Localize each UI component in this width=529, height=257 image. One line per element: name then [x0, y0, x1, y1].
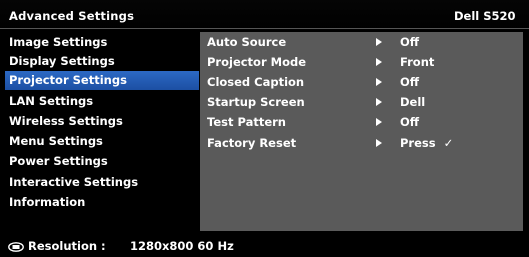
sidebar-item-display-settings[interactable]: Display Settings — [5, 52, 199, 71]
setting-row-projector-mode[interactable]: Projector Mode Front — [200, 53, 523, 72]
setting-row-startup-screen[interactable]: Startup Screen Dell — [200, 93, 523, 112]
arrow-right-icon — [376, 38, 382, 46]
resolution-value: 1280x800 60 Hz — [130, 239, 234, 253]
checkmark-icon: ✓ — [443, 136, 454, 150]
setting-value: Off — [400, 75, 420, 89]
sidebar-item-projector-settings[interactable]: Projector Settings — [5, 71, 199, 90]
setting-row-factory-reset[interactable]: Factory Reset Press ✓ — [200, 134, 523, 153]
sidebar-item-interactive-settings[interactable]: Interactive Settings — [5, 173, 199, 192]
sidebar-item-lan-settings[interactable]: LAN Settings — [5, 92, 199, 111]
projector-settings-panel: Auto Source Off Projector Mode Front Clo… — [200, 32, 523, 231]
model-name: Dell S520 — [454, 9, 516, 23]
setting-label: Startup Screen — [207, 95, 305, 109]
arrow-right-icon — [376, 58, 382, 66]
menu-title: Advanced Settings — [9, 9, 135, 23]
setting-value: Dell — [400, 95, 426, 109]
settings-sidebar: Image Settings Display Settings Projecto… — [5, 32, 199, 231]
arrow-right-icon — [376, 118, 382, 126]
sidebar-item-power-settings[interactable]: Power Settings — [5, 152, 199, 171]
setting-label: Projector Mode — [207, 55, 307, 69]
setting-value: Press ✓ — [400, 134, 453, 153]
title-bar: Advanced Settings Dell S520 — [0, 0, 529, 31]
setting-label: Closed Caption — [207, 75, 305, 89]
setting-value: Off — [400, 35, 420, 49]
arrow-right-icon — [376, 78, 382, 86]
setting-row-closed-caption[interactable]: Closed Caption Off — [200, 73, 523, 92]
setting-label: Test Pattern — [207, 115, 286, 129]
setting-label: Auto Source — [207, 35, 287, 49]
arrow-right-icon — [376, 98, 382, 106]
sidebar-item-wireless-settings[interactable]: Wireless Settings — [5, 112, 199, 131]
sidebar-item-image-settings[interactable]: Image Settings — [5, 33, 199, 52]
press-label: Press — [400, 136, 436, 150]
resolution-label: Resolution : — [28, 239, 106, 253]
monitor-icon — [8, 242, 24, 252]
setting-label: Factory Reset — [207, 136, 297, 150]
sidebar-item-information[interactable]: Information — [5, 193, 199, 212]
sidebar-item-menu-settings[interactable]: Menu Settings — [5, 132, 199, 151]
arrow-right-icon — [376, 139, 382, 147]
title-divider — [0, 28, 529, 29]
setting-value: Off — [400, 115, 420, 129]
setting-value: Front — [400, 55, 435, 69]
setting-row-auto-source[interactable]: Auto Source Off — [200, 33, 523, 52]
setting-row-test-pattern[interactable]: Test Pattern Off — [200, 113, 523, 132]
status-bar: Resolution : 1280x800 60 Hz — [0, 236, 529, 257]
